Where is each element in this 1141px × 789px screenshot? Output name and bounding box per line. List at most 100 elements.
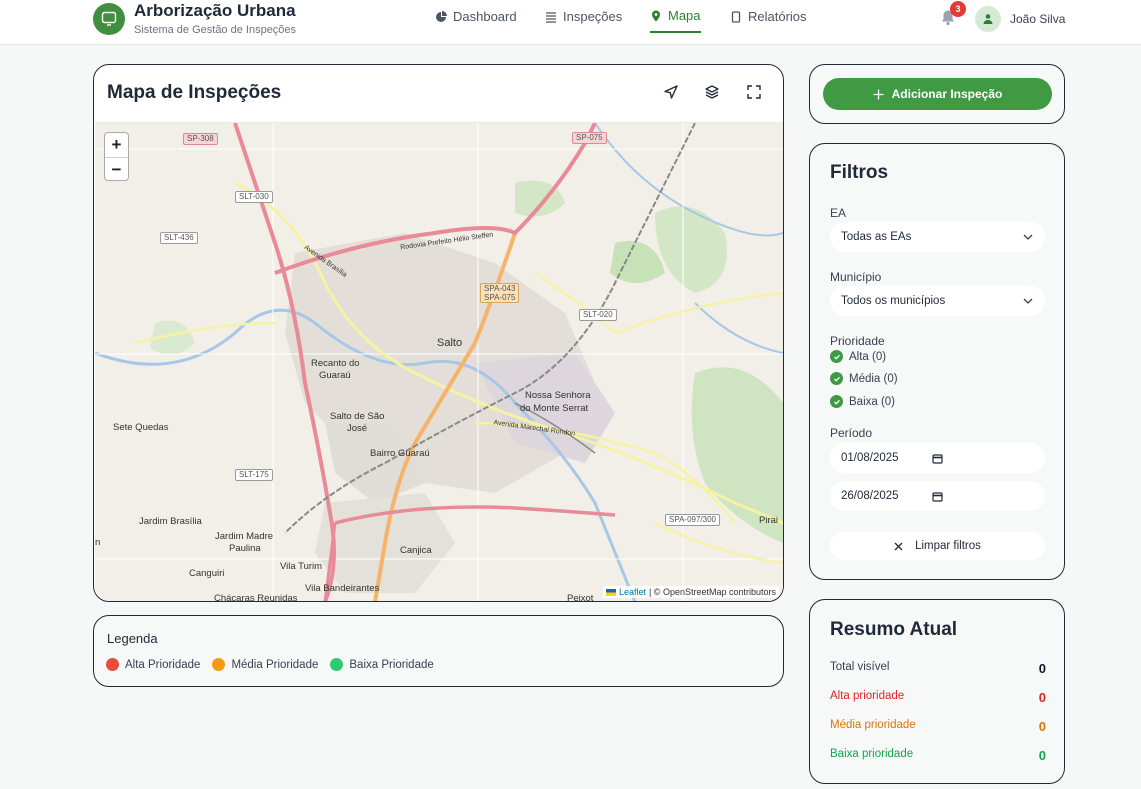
- summary-label: Baixa prioridade: [830, 748, 914, 760]
- place-label: José: [347, 423, 368, 434]
- nav-mapa[interactable]: Mapa: [650, 0, 701, 33]
- place-label: Peixot: [567, 593, 594, 601]
- summary-label: Total visível: [830, 661, 890, 673]
- summary-label: Alta prioridade: [830, 690, 905, 702]
- filters-title: Filtros: [830, 162, 889, 183]
- date-start-value: 01/08/2025: [841, 452, 899, 464]
- legend-title: Legenda: [107, 631, 158, 646]
- municipio-select[interactable]: Todos os municípios: [830, 286, 1045, 316]
- place-label: Guaraú: [319, 370, 351, 381]
- add-inspection-label: Adicionar Inspeção: [891, 87, 1003, 101]
- summary-label: Média prioridade: [830, 719, 916, 731]
- orange-dot-icon: [212, 658, 226, 671]
- ea-select-value: Todas as EAs: [841, 231, 912, 243]
- place-label: Bairro Guaraú: [370, 448, 430, 459]
- nav-relatorios-label: Relatórios: [748, 9, 807, 24]
- date-end-input[interactable]: 26/08/2025: [830, 481, 1045, 511]
- avatar[interactable]: [975, 6, 1001, 32]
- locate-icon[interactable]: [663, 84, 679, 100]
- place-label: Salto: [437, 337, 463, 349]
- check-icon: [830, 395, 843, 408]
- attribution-text: | © OpenStreetMap contributors: [648, 587, 776, 597]
- date-start-input[interactable]: 01/08/2025: [830, 443, 1045, 473]
- summary-row-alta: Alta prioridade 0: [830, 690, 1046, 705]
- nav-inspecoes-label: Inspeções: [563, 9, 623, 24]
- nav-dashboard-label: Dashboard: [453, 9, 517, 24]
- calendar-icon[interactable]: [932, 453, 943, 464]
- user-name[interactable]: João Silva: [1010, 12, 1065, 26]
- nav-mapa-label: Mapa: [668, 8, 701, 23]
- nav-dashboard[interactable]: Dashboard: [435, 0, 517, 33]
- municipio-label: Município: [830, 270, 882, 284]
- summary-title: Resumo Atual: [830, 619, 958, 640]
- legend-item-media: Média Prioridade: [212, 658, 318, 671]
- add-inspection-button[interactable]: Adicionar Inspeção: [823, 78, 1052, 110]
- road-shield: SPA-097/300: [665, 514, 720, 526]
- legend-label: Média Prioridade: [231, 658, 319, 671]
- map-card: Mapa de Inspeções SP-308 SP-075 SLT-030 …: [93, 64, 784, 602]
- leaflet-link[interactable]: Leaflet: [619, 587, 646, 597]
- check-icon: [830, 372, 843, 385]
- road-shield: SP-075: [572, 132, 607, 144]
- summary-value: 0: [1038, 661, 1046, 676]
- place-label: Chácaras Reunidas: [214, 593, 298, 601]
- map-title: Mapa de Inspeções: [107, 82, 282, 103]
- place-label: n: [95, 537, 101, 548]
- ukraine-flag-icon: [605, 588, 616, 596]
- filters-card: Filtros EA Todas as EAs Município Todos …: [809, 143, 1065, 580]
- summary-value: 0: [1038, 719, 1046, 734]
- calendar-icon[interactable]: [932, 491, 943, 502]
- legend-items: Alta Prioridade Média Prioridade Baixa P…: [106, 658, 434, 671]
- ea-select[interactable]: Todas as EAs: [830, 222, 1045, 252]
- road-shield-line: SPA-043: [484, 284, 516, 293]
- prioridade-label: Prioridade: [830, 334, 885, 348]
- place-label: Vila Turim: [280, 561, 323, 572]
- checkbox-media-label: Média (0): [849, 372, 898, 385]
- checkbox-baixa[interactable]: Baixa (0): [830, 395, 895, 408]
- municipio-select-value: Todos os municípios: [841, 295, 946, 307]
- clear-filters-label: Limpar filtros: [915, 540, 981, 552]
- place-label: Salto de São: [330, 411, 385, 422]
- app-title: Arborização Urbana: [134, 1, 296, 20]
- road-shield: SLT-030: [235, 191, 273, 203]
- clear-filters-button[interactable]: Limpar filtros: [830, 532, 1045, 560]
- place-label: Recanto do: [311, 358, 360, 369]
- place-label: Sete Quedas: [113, 422, 169, 433]
- legend-label: Alta Prioridade: [125, 658, 201, 671]
- app-logo[interactable]: [93, 3, 125, 35]
- road-shield: SP-308: [183, 133, 218, 145]
- checkbox-media[interactable]: Média (0): [830, 372, 898, 385]
- red-dot-icon: [106, 658, 119, 671]
- place-label: Nossa Senhora: [525, 390, 591, 401]
- chevron-down-icon: [1023, 234, 1033, 240]
- chevron-down-icon: [1023, 298, 1033, 304]
- place-label: Canjica: [400, 545, 432, 556]
- summary-row-baixa: Baixa prioridade 0: [830, 748, 1046, 763]
- map-view[interactable]: SP-308 SP-075 SLT-030 SLT-436 SLT-020 SL…: [95, 122, 783, 601]
- ea-label: EA: [830, 206, 847, 220]
- checkbox-alta[interactable]: Alta (0): [830, 350, 886, 363]
- zoom-out-button[interactable]: −: [105, 157, 128, 181]
- place-label: Jardim Brasília: [139, 516, 202, 527]
- road-shield-line: SPA-075: [484, 293, 516, 302]
- nav-inspecoes[interactable]: Inspeções: [545, 0, 622, 33]
- place-label: Canguiri: [189, 568, 225, 579]
- summary-value: 0: [1038, 748, 1046, 763]
- nav-relatorios[interactable]: Relatórios: [730, 0, 807, 33]
- road-shield: SPA-043 SPA-075: [480, 283, 520, 303]
- zoom-in-button[interactable]: +: [105, 133, 128, 157]
- document-icon: [731, 10, 741, 23]
- monitor-icon: [101, 11, 117, 26]
- green-dot-icon: [330, 658, 344, 671]
- place-label: Pirai: [759, 515, 779, 526]
- map-tiles: [95, 123, 783, 601]
- place-label: Vila Bandeirantes: [305, 583, 380, 594]
- place-label: do Monte Serrat: [520, 403, 589, 414]
- close-icon: [894, 542, 903, 550]
- fullscreen-icon[interactable]: [746, 84, 762, 100]
- layers-icon[interactable]: [704, 84, 720, 100]
- pie-chart-icon: [436, 10, 447, 22]
- checkbox-baixa-label: Baixa (0): [849, 395, 896, 408]
- plus-icon: [873, 89, 884, 99]
- map-pin-icon: [652, 10, 660, 21]
